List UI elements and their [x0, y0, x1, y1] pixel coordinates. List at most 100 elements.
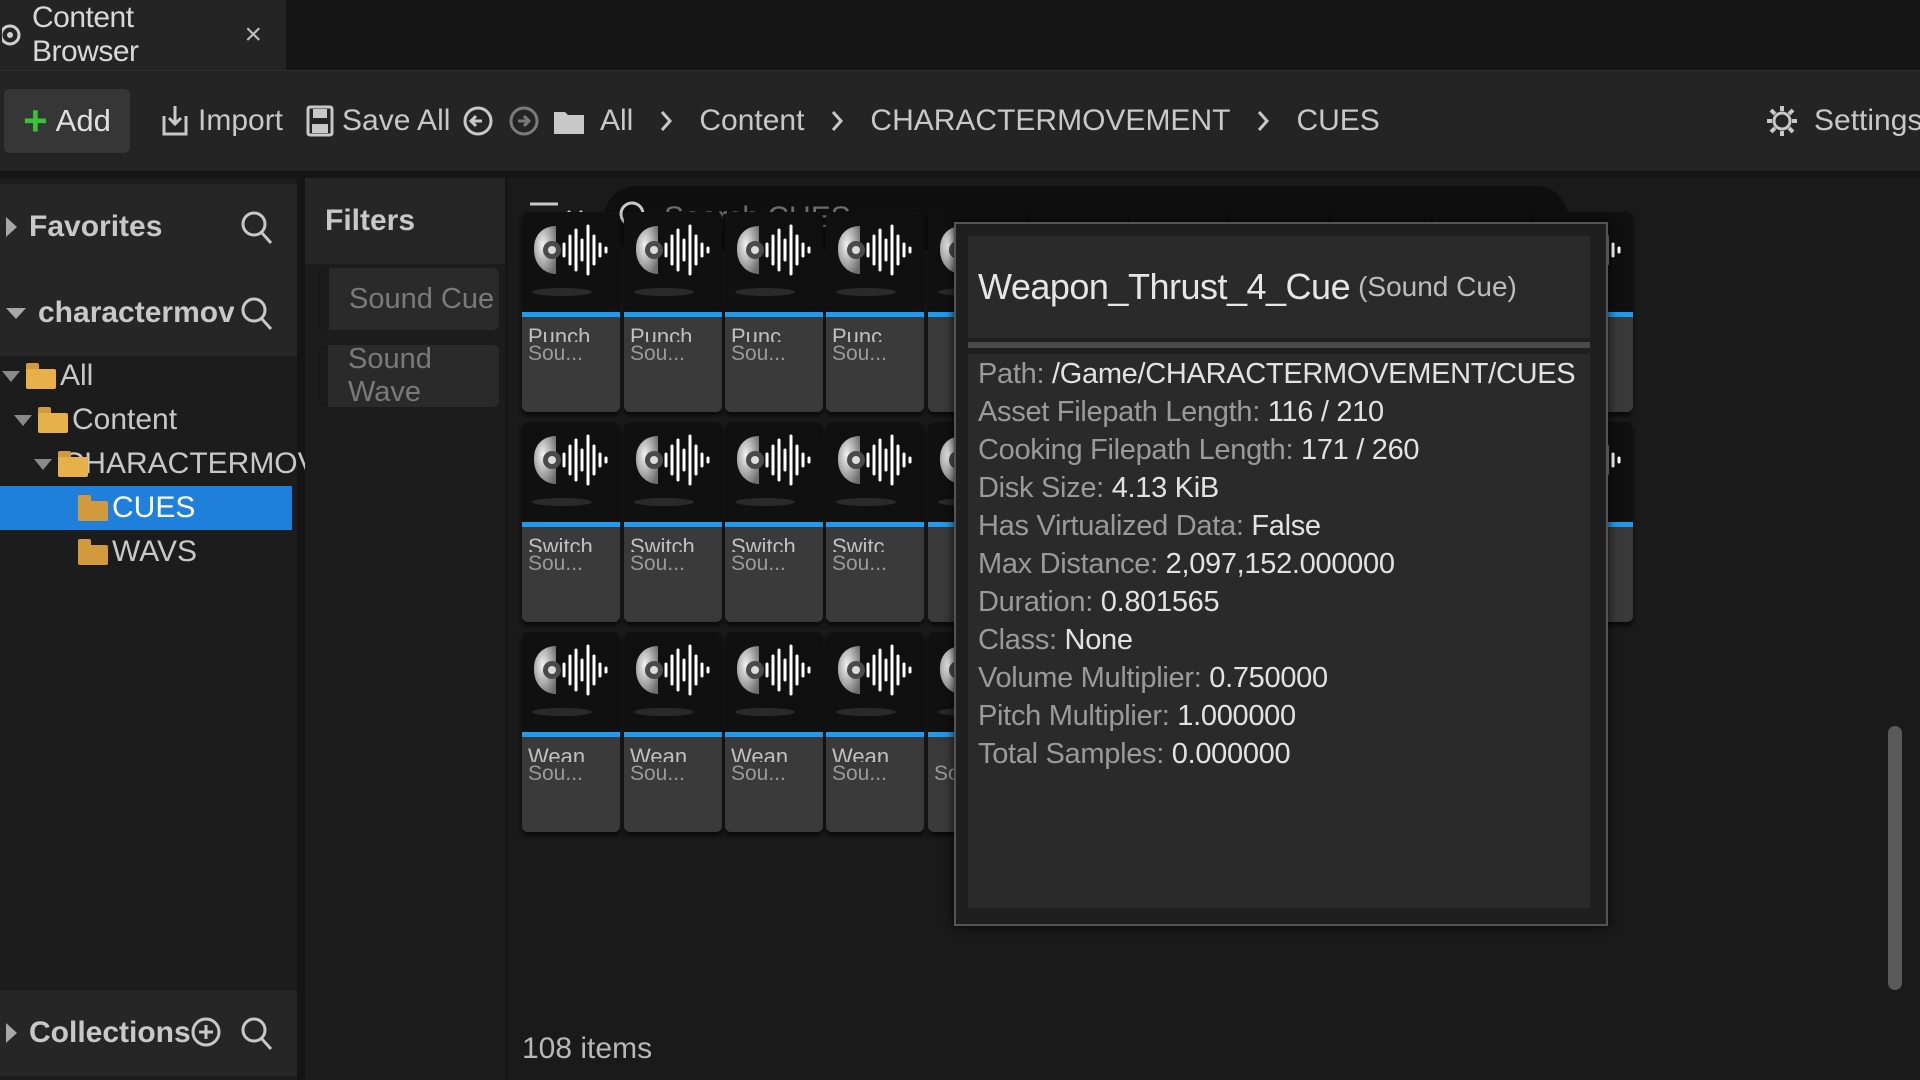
folder-icon [78, 539, 108, 565]
chevron-right-icon[interactable] [830, 110, 844, 132]
property-value: 0.801565 [1100, 586, 1220, 618]
asset-tile[interactable]: Switch Sou... [725, 422, 823, 622]
filter-sound-wave[interactable]: Sound Wave [317, 343, 499, 408]
tree-item-all[interactable]: All [0, 354, 294, 398]
sources-panel: Favorites charactermovem All Content CHA… [0, 178, 326, 1080]
asset-tile[interactable]: Switc Sou... [826, 422, 924, 622]
folder-browse-button[interactable] [553, 71, 585, 171]
tooltip-property: Pitch Multiplier: 1.000000 [978, 700, 1296, 733]
asset-name: Wean [832, 744, 890, 762]
chevron-down-icon[interactable] [2, 370, 20, 382]
chevron-right-icon[interactable] [6, 1023, 17, 1043]
tree-label: Content [72, 403, 178, 436]
chevron-right-icon[interactable] [659, 110, 673, 132]
tree-label: CHARACTERMOVI [62, 447, 326, 480]
property-key: Duration: [978, 586, 1093, 618]
asset-tile[interactable]: WeanSou... [725, 632, 823, 832]
tooltip-property: Duration: 0.801565 [978, 586, 1220, 619]
path-header[interactable]: charactermovem [0, 270, 297, 356]
breadcrumb: All Content CHARACTERMOVEMENT CUES [600, 71, 1380, 171]
search-icon[interactable] [240, 210, 274, 246]
property-key: Max Distance: [978, 548, 1158, 580]
chevron-right-icon[interactable] [6, 217, 17, 237]
tree-item-charactermovement[interactable]: CHARACTERMOVI [0, 442, 326, 486]
asset-type-stripe [725, 312, 823, 317]
breadcrumb-content[interactable]: Content [699, 104, 804, 138]
asset-tile[interactable]: Punch Sou... [624, 212, 722, 412]
asset-type-stripe [522, 312, 620, 317]
property-key: Cooking Filepath Length: [978, 434, 1294, 466]
save-all-label: Save All [342, 104, 451, 137]
favorites-header[interactable]: Favorites [0, 184, 297, 270]
import-icon [160, 104, 190, 138]
chevron-down-icon[interactable] [34, 458, 52, 470]
property-value: 1.000000 [1177, 700, 1296, 732]
add-circle-icon[interactable] [190, 1016, 222, 1048]
tree-item-cues[interactable]: CUES [0, 486, 292, 530]
breadcrumb-cues[interactable]: CUES [1296, 104, 1379, 138]
sound-cue-icon [725, 632, 823, 732]
property-key: Volume Multiplier: [978, 662, 1202, 694]
tree-label: CUES [112, 491, 196, 524]
filter-sound-cue[interactable]: Sound Cue [317, 268, 499, 330]
tooltip-asset-name: Weapon_Thrust_4_Cue [978, 266, 1351, 307]
breadcrumb-all[interactable]: All [600, 104, 633, 138]
asset-tile[interactable]: Switch Sou... [624, 422, 722, 622]
chevron-right-icon[interactable] [1256, 110, 1270, 132]
settings-button[interactable]: Settings [1766, 71, 1920, 171]
chevron-down-icon[interactable] [14, 414, 32, 426]
asset-tile[interactable]: WeanSou... [522, 632, 620, 832]
tooltip-property: Volume Multiplier: 0.750000 [978, 662, 1328, 695]
breadcrumb-charactermovement[interactable]: CHARACTERMOVEMENT [870, 104, 1230, 138]
forward-button[interactable] [508, 71, 540, 171]
tooltip-property: Max Distance: 2,097,152.000000 [978, 548, 1395, 581]
path-label: charactermovem [38, 296, 234, 329]
property-key: Total Samples: [978, 738, 1164, 770]
asset-tile[interactable]: PuncSou... [725, 212, 823, 412]
sound-cue-icon [522, 422, 620, 522]
tree-item-content[interactable]: Content [0, 398, 306, 442]
search-icon[interactable] [240, 1016, 274, 1052]
save-all-button[interactable]: Save All [306, 71, 450, 171]
import-button[interactable]: Import [160, 71, 283, 171]
property-key: Class: [978, 624, 1057, 656]
chevron-down-icon[interactable] [6, 307, 26, 319]
property-value: 4.13 KiB [1111, 472, 1220, 504]
sound-cue-icon [624, 632, 722, 732]
import-label: Import [198, 104, 284, 137]
tree-item-wavs[interactable]: WAVS [0, 530, 292, 574]
asset-name: Switc [832, 534, 885, 552]
property-key: Path: [978, 358, 1045, 390]
property-value: False [1251, 510, 1321, 542]
item-count: 108 items [522, 1032, 653, 1065]
tooltip-property: Cooking Filepath Length: 171 / 260 [978, 434, 1420, 467]
back-button[interactable] [462, 71, 494, 171]
asset-tile[interactable]: WeanSou... [826, 632, 924, 832]
close-icon[interactable]: × [244, 18, 262, 52]
sound-cue-icon [522, 632, 620, 732]
tooltip-header: Weapon_Thrust_4_Cue (Sound Cue) [968, 236, 1590, 338]
filters-panel: Filters Sound Cue Sound Wave [305, 178, 505, 1080]
add-button[interactable]: + Add [4, 89, 130, 153]
tab-content-browser[interactable]: Content Browser × [0, 0, 286, 70]
property-key: Pitch Multiplier: [978, 700, 1170, 732]
search-icon[interactable] [240, 296, 274, 332]
asset-type-stripe [522, 732, 620, 737]
asset-tile[interactable]: PuncSou... [826, 212, 924, 412]
tree-label: WAVS [112, 535, 198, 568]
asset-type: Sou... [630, 762, 685, 785]
tree-label: All [60, 359, 94, 392]
folder-icon [38, 407, 68, 433]
property-value: None [1064, 624, 1133, 656]
asset-type: Sou... [528, 342, 583, 365]
asset-tile[interactable]: Switch Sou... [522, 422, 620, 622]
asset-tile[interactable]: WeanSou... [624, 632, 722, 832]
scrollbar[interactable] [1888, 726, 1902, 990]
folder-icon [553, 107, 585, 135]
asset-type-stripe [624, 732, 722, 737]
asset-type: Sou... [630, 342, 685, 365]
sound-cue-icon [826, 632, 924, 732]
asset-tile[interactable]: Punch Sou... [522, 212, 620, 412]
asset-type-stripe [522, 522, 620, 527]
collections-header[interactable]: Collections [0, 990, 297, 1076]
